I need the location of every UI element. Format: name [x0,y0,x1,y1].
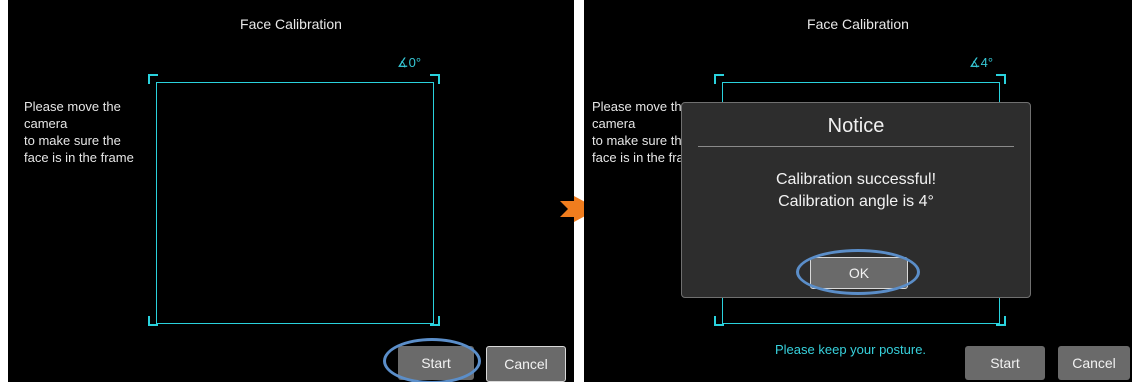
dialog-message-line: Calibration angle is 4° [778,193,934,210]
frame-corner-bottom-right [430,316,440,326]
face-frame [156,82,434,324]
cancel-button[interactable]: Cancel [486,346,566,382]
instruction-line: to make sure the [24,133,121,148]
notice-dialog: Notice Calibration successful! Calibrati… [681,102,1031,298]
cancel-button[interactable]: Cancel [1058,346,1130,380]
calibration-screen-before: Face Calibration ∡0° Please move the cam… [8,0,574,382]
angle-indicator: ∡0° [397,55,422,70]
screen-title: Face Calibration [240,16,342,32]
posture-hint: Please keep your posture. [775,342,927,357]
instruction-line: Please move the [592,99,681,114]
screen-divider [575,0,583,382]
angle-indicator: ∡4° [969,55,994,70]
dialog-message: Calibration successful! Calibration angl… [682,169,1030,213]
calibration-screen-after: Face Calibration ∡4° Please move the cam… [584,0,1132,382]
ok-button[interactable]: OK [810,257,908,289]
frame-corner-bottom-left [148,316,158,326]
frame-corner-bottom-left [714,316,724,326]
instruction-line: face is in the frame [24,150,134,165]
frame-corner-top-left [714,74,724,84]
dialog-message-line: Calibration successful! [775,171,937,188]
screen-title: Face Calibration [807,16,909,32]
dialog-divider [698,146,1014,147]
frame-corner-top-right [430,74,440,84]
frame-corner-bottom-right [996,316,1006,326]
instruction-text: Please move the camera to make sure the … [24,98,134,166]
instruction-line: Please move the [24,99,121,114]
start-button[interactable]: Start [965,346,1045,380]
frame-corner-top-left [148,74,158,84]
instruction-line: camera [24,116,68,131]
frame-corner-top-right [996,74,1006,84]
instruction-line: face is in the frame [592,150,681,165]
instruction-text: Please move the camera to make sure the … [592,98,681,166]
start-button[interactable]: Start [398,346,474,380]
instruction-line: to make sure the [592,133,681,148]
dialog-title: Notice [827,115,885,137]
instruction-line: camera [592,116,636,131]
